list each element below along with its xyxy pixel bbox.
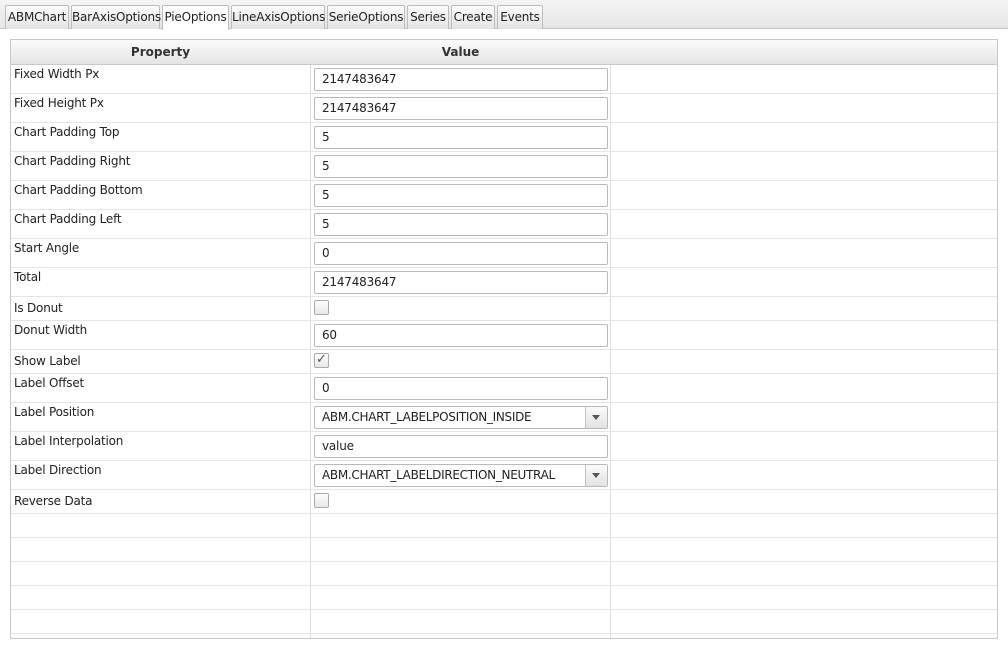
donut-width-input[interactable]: 60 xyxy=(314,324,608,347)
row-show-label: Show Label ✓ xyxy=(11,350,997,374)
chevron-down-icon xyxy=(592,473,600,478)
property-label: Donut Width xyxy=(14,323,87,337)
row-donut-width: Donut Width 60 xyxy=(11,321,997,350)
property-grid: Property Value Fixed Width Px 2147483647… xyxy=(10,39,998,639)
is-donut-checkbox[interactable] xyxy=(314,300,329,315)
chevron-down-icon xyxy=(592,415,600,420)
empty-row xyxy=(11,538,997,562)
row-label-direction: Label Direction ABM.CHART_LABELDIRECTION… xyxy=(11,461,997,490)
property-label: Is Donut xyxy=(14,301,63,315)
row-chart-padding-top: Chart Padding Top 5 xyxy=(11,123,997,152)
reverse-data-checkbox[interactable] xyxy=(314,493,329,508)
row-fixed-height-px: Fixed Height Px 2147483647 xyxy=(11,94,997,123)
property-label: Reverse Data xyxy=(14,494,93,508)
row-fixed-width-px: Fixed Width Px 2147483647 xyxy=(11,65,997,94)
property-label: Total xyxy=(14,270,42,284)
header-value[interactable]: Value xyxy=(311,40,610,64)
row-label-interpolation: Label Interpolation value xyxy=(11,432,997,461)
fixed-height-px-input[interactable]: 2147483647 xyxy=(314,97,608,120)
select-value: ABM.CHART_LABELDIRECTION_NEUTRAL xyxy=(322,468,555,482)
total-input[interactable]: 2147483647 xyxy=(314,271,608,294)
row-label-position: Label Position ABM.CHART_LABELPOSITION_I… xyxy=(11,403,997,432)
start-angle-input[interactable]: 0 xyxy=(314,242,608,265)
property-label: Fixed Width Px xyxy=(14,67,100,81)
fixed-width-px-input[interactable]: 2147483647 xyxy=(314,68,608,91)
empty-row xyxy=(11,562,997,586)
chart-padding-bottom-input[interactable]: 5 xyxy=(314,184,608,207)
tab-baraxisoptions[interactable]: BarAxisOptions xyxy=(71,5,161,29)
property-label: Label Direction xyxy=(14,463,102,477)
tab-abmchart[interactable]: ABMChart xyxy=(5,5,69,29)
empty-row xyxy=(11,586,997,610)
row-total: Total 2147483647 xyxy=(11,268,997,297)
property-label: Show Label xyxy=(14,354,81,368)
dropdown-button[interactable] xyxy=(585,465,607,486)
row-chart-padding-left: Chart Padding Left 5 xyxy=(11,210,997,239)
chart-padding-top-input[interactable]: 5 xyxy=(314,126,608,149)
dropdown-button[interactable] xyxy=(585,407,607,428)
empty-row xyxy=(11,610,997,634)
property-label: Label Interpolation xyxy=(14,434,124,448)
chart-padding-right-input[interactable]: 5 xyxy=(314,155,608,178)
row-reverse-data: Reverse Data xyxy=(11,490,997,514)
tab-bar: ABMChart BarAxisOptions PieOptions LineA… xyxy=(0,0,1008,30)
row-label-offset: Label Offset 0 xyxy=(11,374,997,403)
property-label: Label Offset xyxy=(14,376,85,390)
tab-pieoptions[interactable]: PieOptions xyxy=(162,5,229,30)
label-position-select[interactable]: ABM.CHART_LABELPOSITION_INSIDE xyxy=(314,406,608,429)
property-label: Fixed Height Px xyxy=(14,96,104,110)
property-label: Chart Padding Left xyxy=(14,212,122,226)
checkmark-icon: ✓ xyxy=(316,352,327,367)
tab-create[interactable]: Create xyxy=(451,5,495,29)
tab-lineaxisoptions[interactable]: LineAxisOptions xyxy=(231,5,325,29)
property-label: Start Angle xyxy=(14,241,80,255)
grid-header: Property Value xyxy=(11,40,997,65)
select-value: ABM.CHART_LABELPOSITION_INSIDE xyxy=(322,410,532,424)
label-direction-select[interactable]: ABM.CHART_LABELDIRECTION_NEUTRAL xyxy=(314,464,608,487)
empty-row xyxy=(11,514,997,538)
label-offset-input[interactable]: 0 xyxy=(314,377,608,400)
show-label-checkbox[interactable]: ✓ xyxy=(314,352,329,368)
property-label: Chart Padding Right xyxy=(14,154,131,168)
property-label: Chart Padding Bottom xyxy=(14,183,143,197)
tab-series[interactable]: Series xyxy=(407,5,449,29)
row-is-donut: Is Donut xyxy=(11,297,997,321)
row-start-angle: Start Angle 0 xyxy=(11,239,997,268)
property-label: Chart Padding Top xyxy=(14,125,120,139)
row-chart-padding-right: Chart Padding Right 5 xyxy=(11,152,997,181)
tab-events[interactable]: Events xyxy=(497,5,543,29)
header-property[interactable]: Property xyxy=(11,40,310,64)
row-chart-padding-bottom: Chart Padding Bottom 5 xyxy=(11,181,997,210)
chart-padding-left-input[interactable]: 5 xyxy=(314,213,608,236)
tab-serieoptions[interactable]: SerieOptions xyxy=(327,5,405,29)
property-label: Label Position xyxy=(14,405,95,419)
label-interpolation-input[interactable]: value xyxy=(314,435,608,458)
